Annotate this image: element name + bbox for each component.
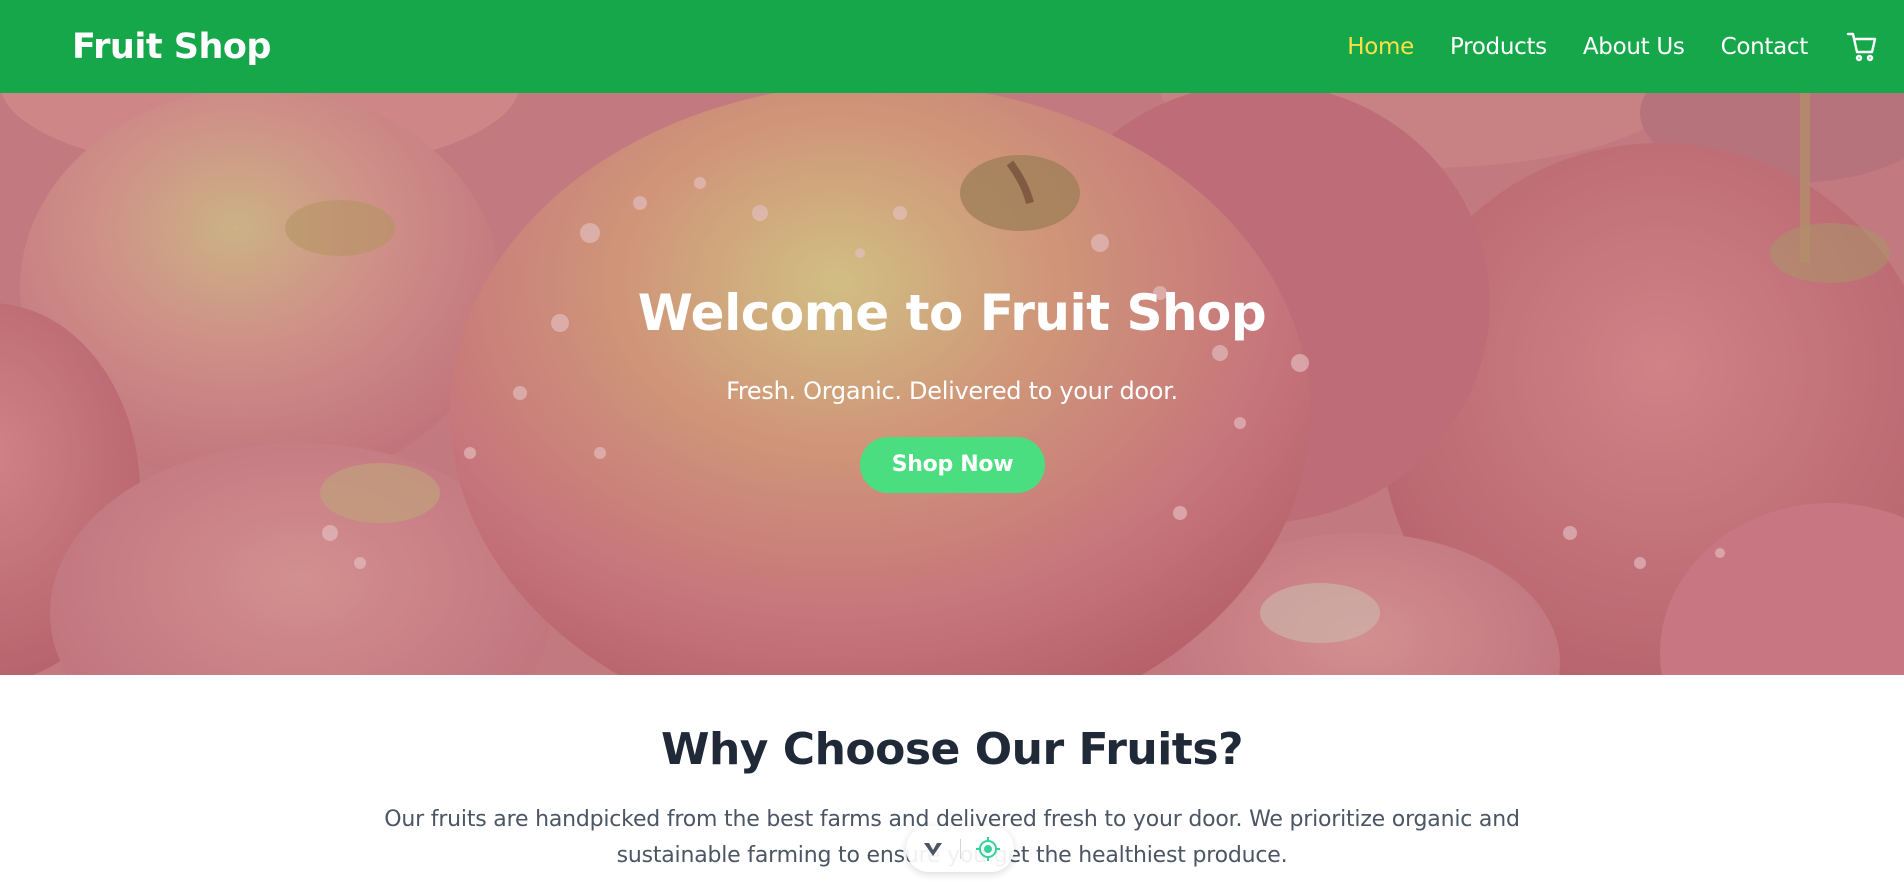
target-icon[interactable]	[975, 836, 1001, 862]
nav-link-about-us[interactable]: About Us	[1583, 28, 1685, 66]
navbar: Fruit Shop Home Products About Us Contac…	[0, 0, 1904, 93]
floating-toolbar	[906, 826, 1014, 872]
hero-title: Welcome to Fruit Shop	[637, 284, 1267, 342]
brand-logo[interactable]: Fruit Shop	[72, 24, 271, 70]
nav-links: Home Products About Us Contact	[1347, 28, 1808, 66]
chevron-down-icon[interactable]	[920, 836, 946, 862]
toolbar-divider	[959, 839, 961, 859]
hero-subtitle: Fresh. Organic. Delivered to your door.	[726, 377, 1178, 405]
cart-icon[interactable]	[1844, 28, 1880, 64]
nav-link-products[interactable]: Products	[1450, 28, 1547, 66]
shop-now-button[interactable]: Shop Now	[860, 437, 1045, 493]
section-title: Why Choose Our Fruits?	[660, 724, 1244, 775]
nav-link-contact[interactable]: Contact	[1721, 28, 1809, 66]
hero-section: Welcome to Fruit Shop Fresh. Organic. De…	[0, 93, 1904, 675]
nav-link-home[interactable]: Home	[1347, 28, 1414, 66]
